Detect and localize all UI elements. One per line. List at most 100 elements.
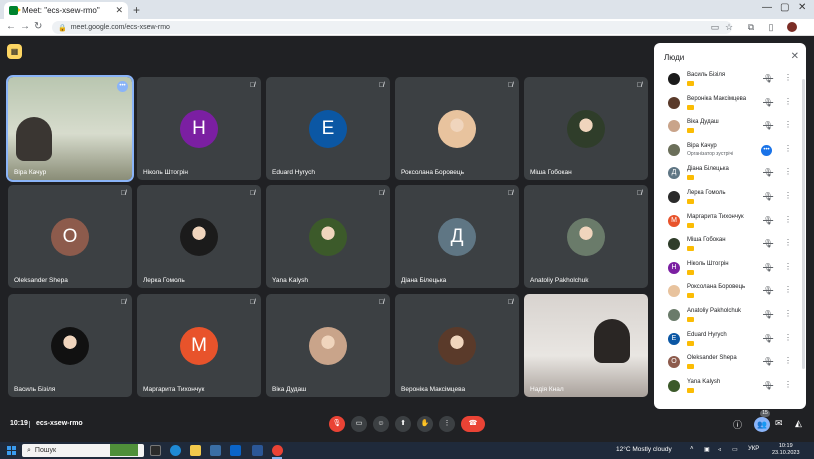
tray-chevron-icon[interactable]: ˄ bbox=[690, 446, 694, 452]
person-more-icon[interactable]: ⋮ bbox=[784, 356, 792, 365]
mail-icon[interactable] bbox=[230, 445, 241, 456]
people-list-item[interactable]: Віка Дудаш 🎙 ⋮ bbox=[654, 116, 800, 138]
mic-off-icon[interactable]: 🎙 bbox=[763, 216, 773, 225]
person-more-icon[interactable]: ⋮ bbox=[784, 215, 792, 224]
people-list-item[interactable]: Віра Качур Організатор зустрічі ••• ⋮ bbox=[654, 140, 800, 162]
windows-start-icon[interactable] bbox=[7, 446, 16, 455]
people-list-item[interactable]: E Eduard Hyrych 🎙 ⋮ bbox=[654, 329, 800, 351]
person-more-icon[interactable]: ⋮ bbox=[784, 238, 792, 247]
people-list-item[interactable]: Міша Гобокан 🎙 ⋮ bbox=[654, 234, 800, 256]
leave-call-button[interactable]: ☎ bbox=[461, 416, 485, 432]
people-button[interactable]: 👥 bbox=[754, 417, 770, 432]
close-panel-icon[interactable]: ✕ bbox=[791, 51, 799, 62]
address-bar[interactable]: 🔒 meet.google.com/ecs-xsew-rmo bbox=[52, 21, 732, 34]
participant-tile[interactable]: 🎙̸ Anatoliy Pakholchuk bbox=[524, 185, 648, 288]
chat-icon[interactable]: ✉ bbox=[775, 418, 783, 429]
mic-off-icon[interactable]: 🎙 bbox=[763, 334, 773, 343]
person-more-icon[interactable]: ⋮ bbox=[784, 333, 792, 342]
person-more-icon[interactable]: ⋮ bbox=[784, 380, 792, 389]
people-list-item[interactable]: Лерка Гомоль 🎙 ⋮ bbox=[654, 187, 800, 209]
forward-icon[interactable]: → bbox=[20, 21, 30, 33]
network-icon[interactable]: ▣ bbox=[704, 446, 710, 453]
people-list-item[interactable]: Вероніка Максімцева 🎙 ⋮ bbox=[654, 93, 800, 115]
battery-icon[interactable]: ▭ bbox=[732, 446, 738, 453]
person-more-icon[interactable]: ⋮ bbox=[784, 191, 792, 200]
mic-off-icon[interactable]: 🎙 bbox=[763, 381, 773, 390]
bookmark-star-icon[interactable]: ☆ bbox=[724, 22, 734, 32]
mic-off-icon[interactable]: 🎙 bbox=[763, 168, 773, 177]
language-indicator[interactable]: УКР bbox=[748, 446, 759, 452]
participant-tile[interactable]: 🎙̸ Василь Бізіля bbox=[8, 294, 132, 397]
people-list-item[interactable]: O Oleksander Shepa 🎙 ⋮ bbox=[654, 352, 800, 374]
mic-off-icon[interactable]: 🎙 bbox=[763, 98, 773, 107]
mic-off-icon[interactable]: 🎙 bbox=[763, 263, 773, 272]
browser-tab[interactable]: Meet: "ecs-xsew-rmo" ✕ bbox=[4, 2, 128, 19]
people-list-item[interactable]: Н Ніколь Штогрін 🎙 ⋮ bbox=[654, 258, 800, 280]
participant-tile[interactable]: 🎙̸ Віка Дудаш bbox=[266, 294, 390, 397]
activities-icon[interactable]: ◭ bbox=[795, 418, 802, 429]
participant-tile[interactable]: 🎙̸ Лерка Гомоль bbox=[137, 185, 261, 288]
back-icon[interactable]: ← bbox=[6, 21, 16, 33]
present-button[interactable]: ⬆ bbox=[395, 416, 411, 432]
mic-off-icon[interactable]: 🎙 bbox=[763, 310, 773, 319]
more-options-button[interactable]: ⋮ bbox=[439, 416, 455, 432]
meeting-info-icon[interactable]: ▦ bbox=[7, 44, 22, 59]
person-more-icon[interactable]: ⋮ bbox=[784, 309, 792, 318]
mic-off-icon[interactable]: 🎙 bbox=[763, 286, 773, 295]
mic-off-icon[interactable]: 🎙 bbox=[763, 121, 773, 130]
participant-tile[interactable]: E 🎙̸ Eduard Hyrych bbox=[266, 77, 390, 180]
people-list-item[interactable]: Yana Kalysh 🎙 ⋮ bbox=[654, 376, 800, 398]
mic-off-icon[interactable]: 🎙 bbox=[763, 192, 773, 201]
raise-hand-button[interactable]: ✋ bbox=[417, 416, 433, 432]
people-list-item[interactable]: М Маргарита Тихончук 🎙 ⋮ bbox=[654, 211, 800, 233]
reload-icon[interactable]: ↻ bbox=[34, 21, 42, 33]
mic-off-icon[interactable]: 🎙 bbox=[763, 239, 773, 248]
participant-tile[interactable]: 🎙̸ Вероніка Максімцева bbox=[395, 294, 519, 397]
people-list-item[interactable]: Василь Бізіля 🎙 ⋮ bbox=[654, 69, 800, 91]
chrome-icon[interactable] bbox=[272, 445, 283, 456]
participant-tile[interactable]: М 🎙̸ Маргарита Тихончук bbox=[137, 294, 261, 397]
extensions-icon[interactable]: ⧉ bbox=[746, 22, 756, 32]
person-more-icon[interactable]: ⋮ bbox=[784, 120, 792, 129]
store-icon[interactable] bbox=[210, 445, 221, 456]
host-options-icon[interactable]: ••• bbox=[761, 144, 772, 156]
people-list-item[interactable]: Роксолана Боровець 🎙 ⋮ bbox=[654, 281, 800, 303]
new-tab-icon[interactable]: + bbox=[133, 3, 140, 17]
mic-off-icon[interactable]: 🎙 bbox=[763, 357, 773, 366]
people-list-scrollbar[interactable] bbox=[802, 79, 805, 369]
close-window-icon[interactable]: ✕ bbox=[798, 2, 806, 13]
system-clock[interactable]: 10:19 23.10.2023 bbox=[772, 443, 800, 457]
mic-toggle-button[interactable]: 🎙 bbox=[329, 416, 345, 432]
participant-tile[interactable]: Д 🎙̸ Діана Білецька bbox=[395, 185, 519, 288]
camera-toggle-button[interactable]: ▭ bbox=[351, 416, 367, 432]
weather-widget[interactable]: 12°C Mostly cloudy bbox=[616, 446, 672, 453]
participant-tile[interactable]: 🎙̸ Міша Гобокан bbox=[524, 77, 648, 180]
speaker-icon[interactable]: ◃ bbox=[718, 446, 721, 453]
edge-icon[interactable] bbox=[170, 445, 181, 456]
reactions-button[interactable]: ☺ bbox=[373, 416, 389, 432]
person-more-icon[interactable]: ⋮ bbox=[784, 144, 792, 153]
person-more-icon[interactable]: ⋮ bbox=[784, 97, 792, 106]
minimize-icon[interactable]: — bbox=[762, 2, 772, 13]
tile-options-icon[interactable]: ••• bbox=[117, 81, 128, 92]
profile-avatar[interactable] bbox=[787, 22, 797, 32]
file-explorer-icon[interactable] bbox=[190, 445, 201, 456]
side-panel-icon[interactable]: ▯ bbox=[766, 22, 776, 32]
person-more-icon[interactable]: ⋮ bbox=[784, 262, 792, 271]
participant-tile[interactable]: O 🎙̸ Oleksander Shepa bbox=[8, 185, 132, 288]
participant-tile[interactable]: 🎙̸ Yana Kalysh bbox=[266, 185, 390, 288]
people-list-item[interactable]: Anatoliy Pakholchuk 🎙 ⋮ bbox=[654, 305, 800, 327]
close-tab-icon[interactable]: ✕ bbox=[115, 5, 123, 16]
participant-tile[interactable]: Н 🎙̸ Ніколь Штогрін bbox=[137, 77, 261, 180]
maximize-icon[interactable]: ▢ bbox=[780, 2, 789, 13]
task-view-icon[interactable] bbox=[150, 445, 161, 456]
person-more-icon[interactable]: ⋮ bbox=[784, 73, 792, 82]
participant-tile[interactable]: ••• Віра Качур bbox=[6, 75, 134, 182]
participant-tile[interactable]: 🎙̸ Роксолана Боровець bbox=[395, 77, 519, 180]
camera-in-use-icon[interactable]: ▭ bbox=[710, 22, 720, 32]
person-more-icon[interactable]: ⋮ bbox=[784, 167, 792, 176]
word-icon[interactable] bbox=[252, 445, 263, 456]
participant-tile[interactable]: Надія Кнал bbox=[524, 294, 648, 397]
person-more-icon[interactable]: ⋮ bbox=[784, 285, 792, 294]
meeting-details-icon[interactable]: ⓘ bbox=[733, 418, 742, 431]
